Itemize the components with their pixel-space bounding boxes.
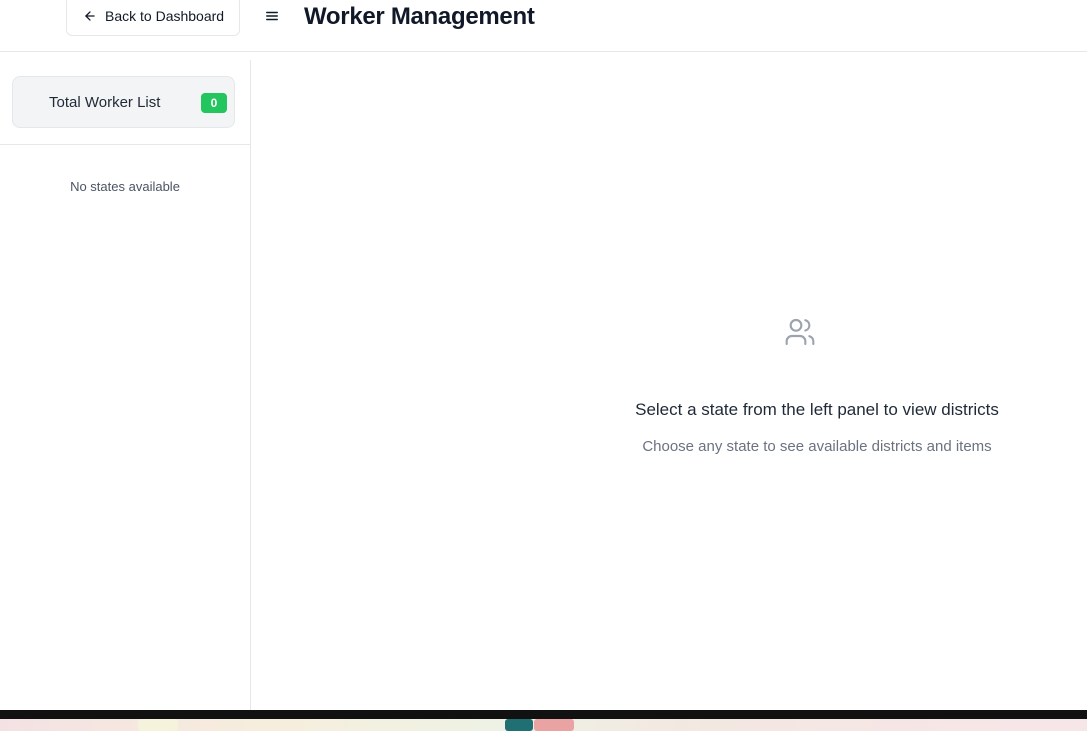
window-bottom-edge [0, 710, 1087, 719]
page-title: Worker Management [304, 3, 535, 30]
desktop-background-strip [0, 719, 1087, 731]
back-to-dashboard-button[interactable]: Back to Dashboard [66, 0, 240, 36]
empty-state-heading: Select a state from the left panel to vi… [635, 400, 999, 419]
total-worker-list-label: Total Worker List [49, 94, 161, 111]
no-states-message: No states available [70, 179, 180, 194]
top-header: Back to Dashboard Worker Management [0, 0, 1087, 52]
menu-icon [266, 11, 278, 21]
empty-state-subtext: Choose any state to see available distri… [642, 438, 992, 455]
users-icon [785, 318, 815, 346]
arrow-left-icon [85, 11, 95, 21]
sidebar-divider [0, 144, 250, 145]
taskbar-item [138, 719, 178, 731]
main-content: Select a state from the left panel to vi… [252, 60, 1087, 710]
back-button-label: Back to Dashboard [105, 8, 225, 24]
states-sidebar: Total Worker List 0 No states available [0, 60, 251, 710]
menu-toggle-button[interactable] [262, 6, 282, 26]
taskbar-item [505, 719, 533, 731]
taskbar-item [534, 719, 574, 731]
total-worker-list-button[interactable]: Total Worker List 0 [12, 76, 235, 128]
worker-count-badge: 0 [201, 93, 227, 113]
